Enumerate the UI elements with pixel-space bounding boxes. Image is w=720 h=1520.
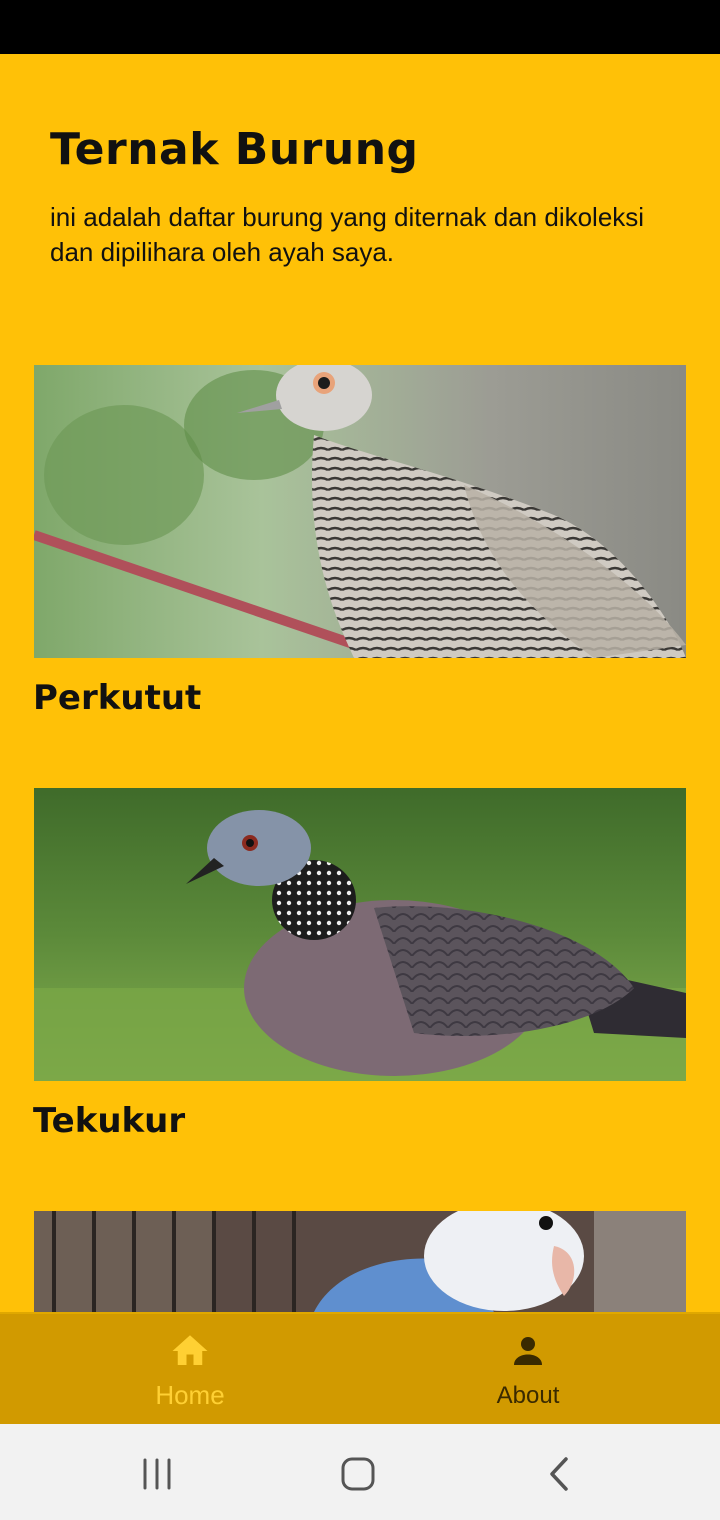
- recent-apps-icon[interactable]: [137, 1454, 177, 1494]
- system-navigation-bar: [0, 1424, 720, 1520]
- bird-image-lovebird[interactable]: [34, 1211, 686, 1312]
- bird-list-screen: Ternak Burung ini adalah daftar burung y…: [0, 54, 720, 1312]
- status-bar: [0, 0, 720, 54]
- bird-name-perkutut: Perkutut: [33, 678, 202, 718]
- bottom-navigation: Home About: [0, 1312, 720, 1424]
- bird-name-tekukur: Tekukur: [33, 1101, 186, 1141]
- back-icon[interactable]: [540, 1454, 580, 1494]
- home-button-icon[interactable]: [338, 1454, 378, 1494]
- nav-about-tab[interactable]: About: [348, 1314, 708, 1426]
- nav-home-label: Home: [155, 1380, 225, 1410]
- page-title: Ternak Burung: [50, 124, 419, 175]
- page-description: ini adalah daftar burung yang diternak d…: [50, 202, 645, 267]
- home-icon: [172, 1335, 208, 1365]
- nav-about-label: About: [496, 1382, 560, 1409]
- nav-home-tab[interactable]: Home: [10, 1314, 370, 1426]
- bird-image-tekukur[interactable]: [34, 788, 686, 1081]
- bird-image-perkutut[interactable]: [34, 365, 686, 658]
- person-icon: [514, 1337, 542, 1365]
